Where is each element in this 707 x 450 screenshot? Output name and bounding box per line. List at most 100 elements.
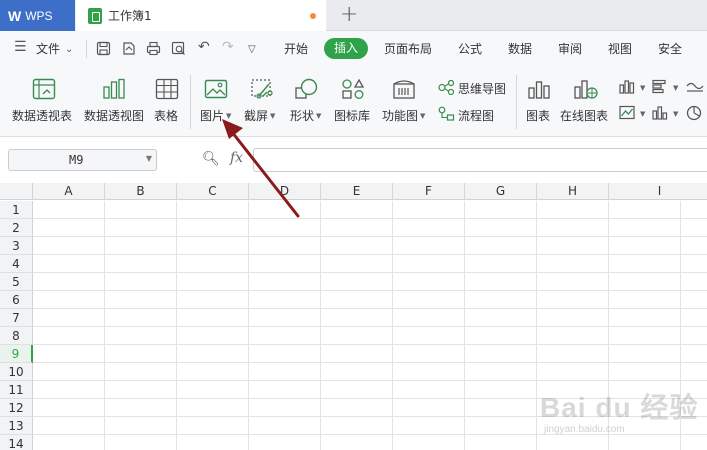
chart-button[interactable]: 图表 bbox=[526, 107, 550, 124]
row-header[interactable]: 4 bbox=[0, 255, 33, 273]
function-chart-button-label: 功能图 bbox=[382, 109, 419, 123]
picture-icon bbox=[204, 79, 228, 99]
area-chart-icon[interactable] bbox=[619, 105, 635, 120]
picture-button[interactable]: 图片 ▼ bbox=[200, 107, 231, 124]
column-header-f[interactable]: F bbox=[393, 183, 465, 200]
table-button[interactable]: 表格 bbox=[154, 107, 178, 124]
caret-down-icon: ▼ bbox=[420, 112, 426, 120]
shapes-button-label: 形状 bbox=[290, 109, 315, 123]
row-header[interactable]: 10 bbox=[0, 363, 33, 381]
spreadsheet-icon bbox=[88, 7, 102, 24]
redo-icon[interactable]: ↷ bbox=[222, 39, 234, 55]
tab-view[interactable]: 视图 bbox=[608, 40, 632, 57]
table-icon bbox=[155, 78, 179, 100]
caret-down-icon[interactable]: ▼ bbox=[671, 81, 678, 95]
caret-down-icon: ▼ bbox=[316, 112, 322, 120]
caret-down-icon[interactable]: ▼ bbox=[638, 107, 645, 121]
line-chart-icon[interactable] bbox=[686, 79, 704, 94]
tab-insert[interactable]: 插入 bbox=[324, 38, 368, 59]
pie-chart-icon[interactable] bbox=[686, 105, 702, 121]
flowchart-icon bbox=[438, 106, 455, 121]
shapes-button[interactable]: 形状 ▼ bbox=[290, 107, 321, 124]
row-header[interactable]: 14 bbox=[0, 435, 33, 450]
print-preview-icon[interactable] bbox=[171, 41, 186, 56]
save-icon[interactable] bbox=[96, 41, 111, 56]
hamburger-menu-icon[interactable]: ☰ bbox=[14, 39, 27, 55]
tab-home[interactable]: 开始 bbox=[284, 40, 308, 57]
formula-input[interactable] bbox=[253, 148, 707, 172]
column-header-i[interactable]: I bbox=[609, 183, 707, 200]
name-box[interactable]: M9 ▼ bbox=[8, 149, 157, 171]
column-header-d[interactable]: D bbox=[249, 183, 321, 200]
zoom-search-icon[interactable]: 🔍︎ bbox=[202, 151, 220, 167]
unsaved-dot-icon bbox=[310, 13, 316, 19]
tab-review[interactable]: 审阅 bbox=[558, 40, 582, 57]
tab-data[interactable]: 数据 bbox=[508, 40, 532, 57]
caret-down-icon[interactable]: ▼ bbox=[671, 107, 678, 121]
row-header[interactable]: 3 bbox=[0, 237, 33, 255]
icon-library-button[interactable]: 图标库 bbox=[334, 107, 370, 124]
column-headers: A B C D E F G H I bbox=[33, 183, 707, 200]
row-header[interactable]: 8 bbox=[0, 327, 33, 345]
wps-app-name: WPS bbox=[25, 8, 53, 23]
row-header[interactable]: 5 bbox=[0, 273, 33, 291]
document-tab-label: 工作簿1 bbox=[108, 9, 152, 23]
insert-ribbon: 数据透视表 数据透视图 表格 图片 ▼ 截屏 ▼ 形状 ▼ 图标库 功能图 ▼ … bbox=[0, 67, 707, 137]
export-icon[interactable] bbox=[121, 41, 136, 56]
shapes-icon bbox=[295, 78, 318, 99]
row-header[interactable]: 1 bbox=[0, 201, 33, 219]
divider bbox=[86, 40, 87, 58]
column-header-a[interactable]: A bbox=[33, 183, 105, 200]
function-chart-button[interactable]: 功能图 ▼ bbox=[382, 107, 425, 124]
stock-chart-icon[interactable] bbox=[652, 105, 668, 120]
screenshot-icon bbox=[251, 79, 273, 99]
row-header[interactable]: 12 bbox=[0, 399, 33, 417]
column-header-g[interactable]: G bbox=[465, 183, 537, 200]
chevron-down-icon[interactable]: ▼ bbox=[146, 154, 152, 163]
column-header-b[interactable]: B bbox=[105, 183, 177, 200]
file-menu-button[interactable]: 文件 bbox=[36, 40, 60, 57]
column-chart-icon[interactable] bbox=[619, 79, 635, 94]
column-header-h[interactable]: H bbox=[537, 183, 609, 200]
mind-map-button[interactable]: 思维导图 bbox=[458, 80, 506, 97]
wps-home-tab[interactable]: W WPS bbox=[0, 0, 75, 31]
spreadsheet-grid: A B C D E F G H I 1 2 3 4 5 6 7 8 9 10 1… bbox=[0, 183, 707, 450]
select-all-corner[interactable] bbox=[0, 183, 33, 200]
row-header[interactable]: 7 bbox=[0, 309, 33, 327]
wps-logo-icon: W bbox=[8, 7, 22, 24]
divider bbox=[190, 75, 191, 129]
bar-chart-icon[interactable] bbox=[652, 79, 668, 94]
flowchart-button[interactable]: 流程图 bbox=[458, 107, 494, 124]
row-headers: 1 2 3 4 5 6 7 8 9 10 11 12 13 14 bbox=[0, 201, 33, 450]
insert-function-button[interactable]: fx bbox=[230, 150, 243, 166]
screenshot-button-label: 截屏 bbox=[244, 109, 269, 123]
row-header[interactable]: 13 bbox=[0, 417, 33, 435]
chart-icon bbox=[528, 81, 550, 99]
pivot-chart-button[interactable]: 数据透视图 bbox=[84, 107, 144, 124]
caret-down-icon: ▼ bbox=[226, 112, 232, 120]
row-header[interactable]: 2 bbox=[0, 219, 33, 237]
screenshot-button[interactable]: 截屏 ▼ bbox=[244, 107, 275, 124]
column-header-e[interactable]: E bbox=[321, 183, 393, 200]
quick-access-dropdown-icon[interactable]: ▽ bbox=[248, 42, 256, 58]
caret-down-icon[interactable]: ▼ bbox=[638, 81, 645, 95]
row-header-active[interactable]: 9 bbox=[0, 345, 33, 363]
row-header[interactable]: 6 bbox=[0, 291, 33, 309]
document-tab[interactable]: 工作簿1 bbox=[76, 0, 326, 31]
divider bbox=[516, 75, 517, 129]
caret-down-icon: ▼ bbox=[270, 112, 276, 120]
chevron-down-icon[interactable]: ⌄ bbox=[65, 42, 73, 58]
row-header[interactable]: 11 bbox=[0, 381, 33, 399]
column-header-c[interactable]: C bbox=[177, 183, 249, 200]
cell-area[interactable] bbox=[33, 201, 707, 450]
print-icon[interactable] bbox=[146, 41, 161, 56]
mind-map-icon bbox=[438, 80, 455, 95]
pivot-table-icon bbox=[32, 78, 56, 100]
online-chart-button[interactable]: 在线图表 bbox=[560, 107, 608, 124]
pivot-table-button[interactable]: 数据透视表 bbox=[12, 107, 72, 124]
tab-page-layout[interactable]: 页面布局 bbox=[384, 40, 432, 57]
tab-security[interactable]: 安全 bbox=[658, 40, 682, 57]
undo-icon[interactable]: ↶ bbox=[198, 39, 210, 55]
new-tab-button[interactable]: + bbox=[340, 3, 358, 27]
tab-formulas[interactable]: 公式 bbox=[458, 40, 482, 57]
